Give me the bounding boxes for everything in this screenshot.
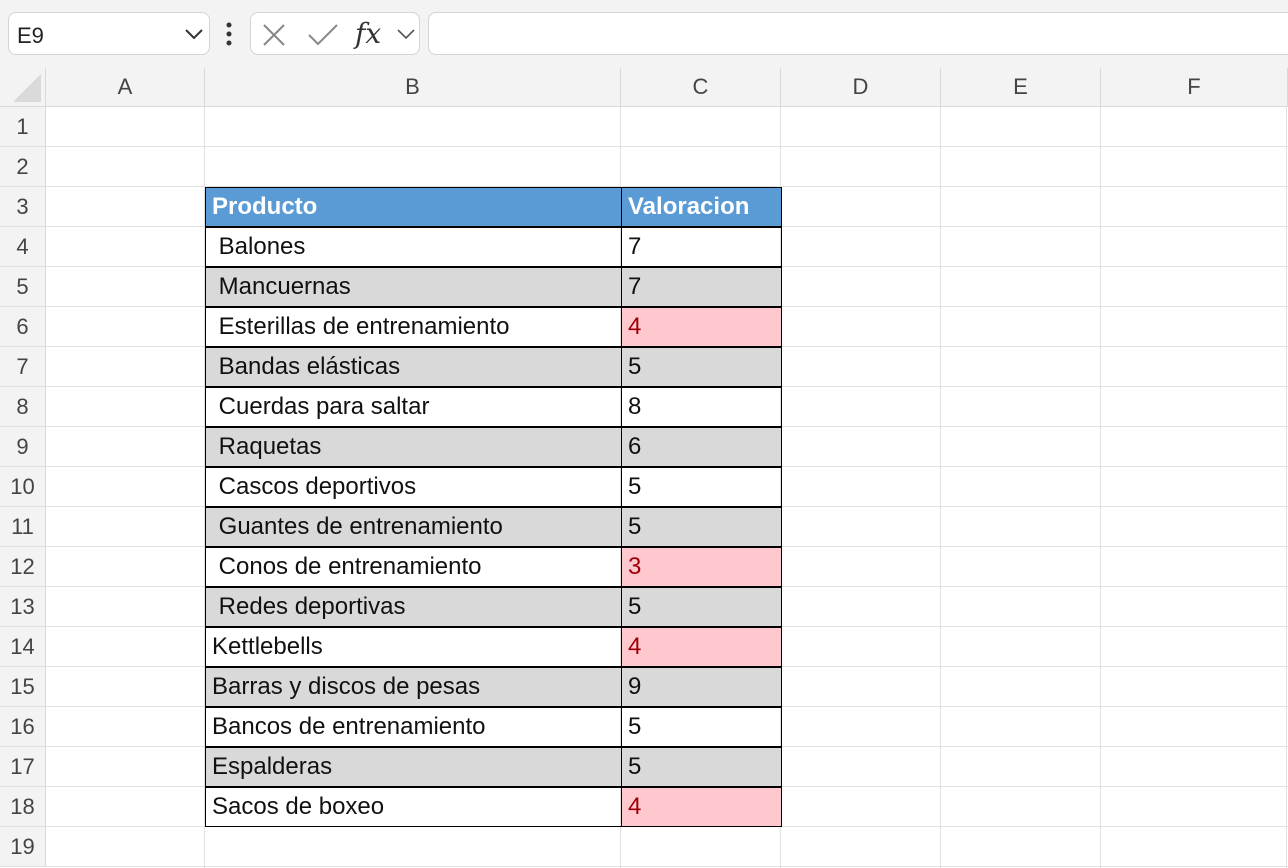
cell-producto[interactable]: Balones: [205, 227, 622, 267]
row-header-2[interactable]: 2: [0, 147, 46, 187]
column-header-b[interactable]: B: [205, 68, 621, 107]
formula-input[interactable]: [428, 12, 1288, 55]
cell-valoracion[interactable]: 5: [621, 507, 782, 547]
cell-valoracion[interactable]: 7: [621, 267, 782, 307]
cell-valoracion[interactable]: 5: [621, 587, 782, 627]
column-header-f[interactable]: F: [1101, 68, 1288, 107]
cell-valoracion[interactable]: 5: [621, 347, 782, 387]
cell-producto[interactable]: Sacos de boxeo: [205, 787, 622, 827]
header-valoracion[interactable]: Valoracion: [621, 187, 782, 227]
row-header-5[interactable]: 5: [0, 267, 46, 307]
cell-valoracion[interactable]: 5: [621, 707, 782, 747]
row-header-9[interactable]: 9: [0, 427, 46, 467]
row-header-6[interactable]: 6: [0, 307, 46, 347]
row-header-1[interactable]: 1: [0, 107, 46, 147]
row-header-12[interactable]: 12: [0, 547, 46, 587]
row-header-8[interactable]: 8: [0, 387, 46, 427]
spreadsheet-grid[interactable]: A B C D E F 1 2 3 4 5 6 7 8 9 10 11 12 13 14 15 16 17 18 19 Produ…: [0, 68, 1288, 868]
cell-valoracion[interactable]: 5: [621, 747, 782, 787]
cell-valoracion[interactable]: 4: [621, 787, 782, 827]
cell-producto[interactable]: Kettlebells: [205, 627, 622, 667]
cell-valoracion[interactable]: 9: [621, 667, 782, 707]
row-header-7[interactable]: 7: [0, 347, 46, 387]
row-header-16[interactable]: 16: [0, 707, 46, 747]
row-header-4[interactable]: 4: [0, 227, 46, 267]
cell-producto[interactable]: Mancuernas: [205, 267, 622, 307]
row-header-13[interactable]: 13: [0, 587, 46, 627]
cell-producto[interactable]: Bancos de entrenamiento: [205, 707, 622, 747]
row-header-11[interactable]: 11: [0, 507, 46, 547]
row-header-14[interactable]: 14: [0, 627, 46, 667]
cell-valoracion[interactable]: 7: [621, 227, 782, 267]
chevron-down-icon[interactable]: [395, 25, 417, 43]
cell-valoracion[interactable]: 4: [621, 627, 782, 667]
formula-actions: fx: [250, 12, 420, 55]
cancel-x-icon[interactable]: [261, 22, 287, 48]
cell-valoracion[interactable]: 5: [621, 467, 782, 507]
cell-producto[interactable]: Redes deportivas: [205, 587, 622, 627]
row-header-3[interactable]: 3: [0, 187, 46, 227]
name-box[interactable]: E9: [8, 12, 210, 55]
cell-valoracion[interactable]: 4: [621, 307, 782, 347]
checkmark-icon[interactable]: [306, 22, 340, 48]
cell-producto[interactable]: Bandas elásticas: [205, 347, 622, 387]
row-header-17[interactable]: 17: [0, 747, 46, 787]
formula-bar: E9 fx: [0, 0, 1288, 68]
cell-producto[interactable]: Barras y discos de pesas: [205, 667, 622, 707]
select-all-corner[interactable]: [0, 68, 46, 107]
cell-valoracion[interactable]: 6: [621, 427, 782, 467]
row-header-10[interactable]: 10: [0, 467, 46, 507]
column-header-e[interactable]: E: [941, 68, 1101, 107]
name-box-value: E9: [17, 23, 44, 48]
cell-producto[interactable]: Espalderas: [205, 747, 622, 787]
more-vertical-icon[interactable]: [221, 20, 237, 48]
header-producto[interactable]: Producto: [205, 187, 622, 227]
cell-producto[interactable]: Esterillas de entrenamiento: [205, 307, 622, 347]
cell-producto[interactable]: Cascos deportivos: [205, 467, 622, 507]
insert-function-icon[interactable]: fx: [355, 17, 381, 50]
cell-producto[interactable]: Cuerdas para saltar: [205, 387, 622, 427]
row-header-15[interactable]: 15: [0, 667, 46, 707]
column-header-d[interactable]: D: [781, 68, 941, 107]
column-header-c[interactable]: C: [621, 68, 781, 107]
column-header-a[interactable]: A: [46, 68, 205, 107]
cell-valoracion[interactable]: 3: [621, 547, 782, 587]
cell-producto[interactable]: Guantes de entrenamiento: [205, 507, 622, 547]
cell-valoracion[interactable]: 8: [621, 387, 782, 427]
chevron-down-icon[interactable]: [183, 25, 205, 43]
cell-producto[interactable]: Conos de entrenamiento: [205, 547, 622, 587]
cell-producto[interactable]: Raquetas: [205, 427, 622, 467]
row-header-19[interactable]: 19: [0, 827, 46, 867]
row-header-18[interactable]: 18: [0, 787, 46, 827]
